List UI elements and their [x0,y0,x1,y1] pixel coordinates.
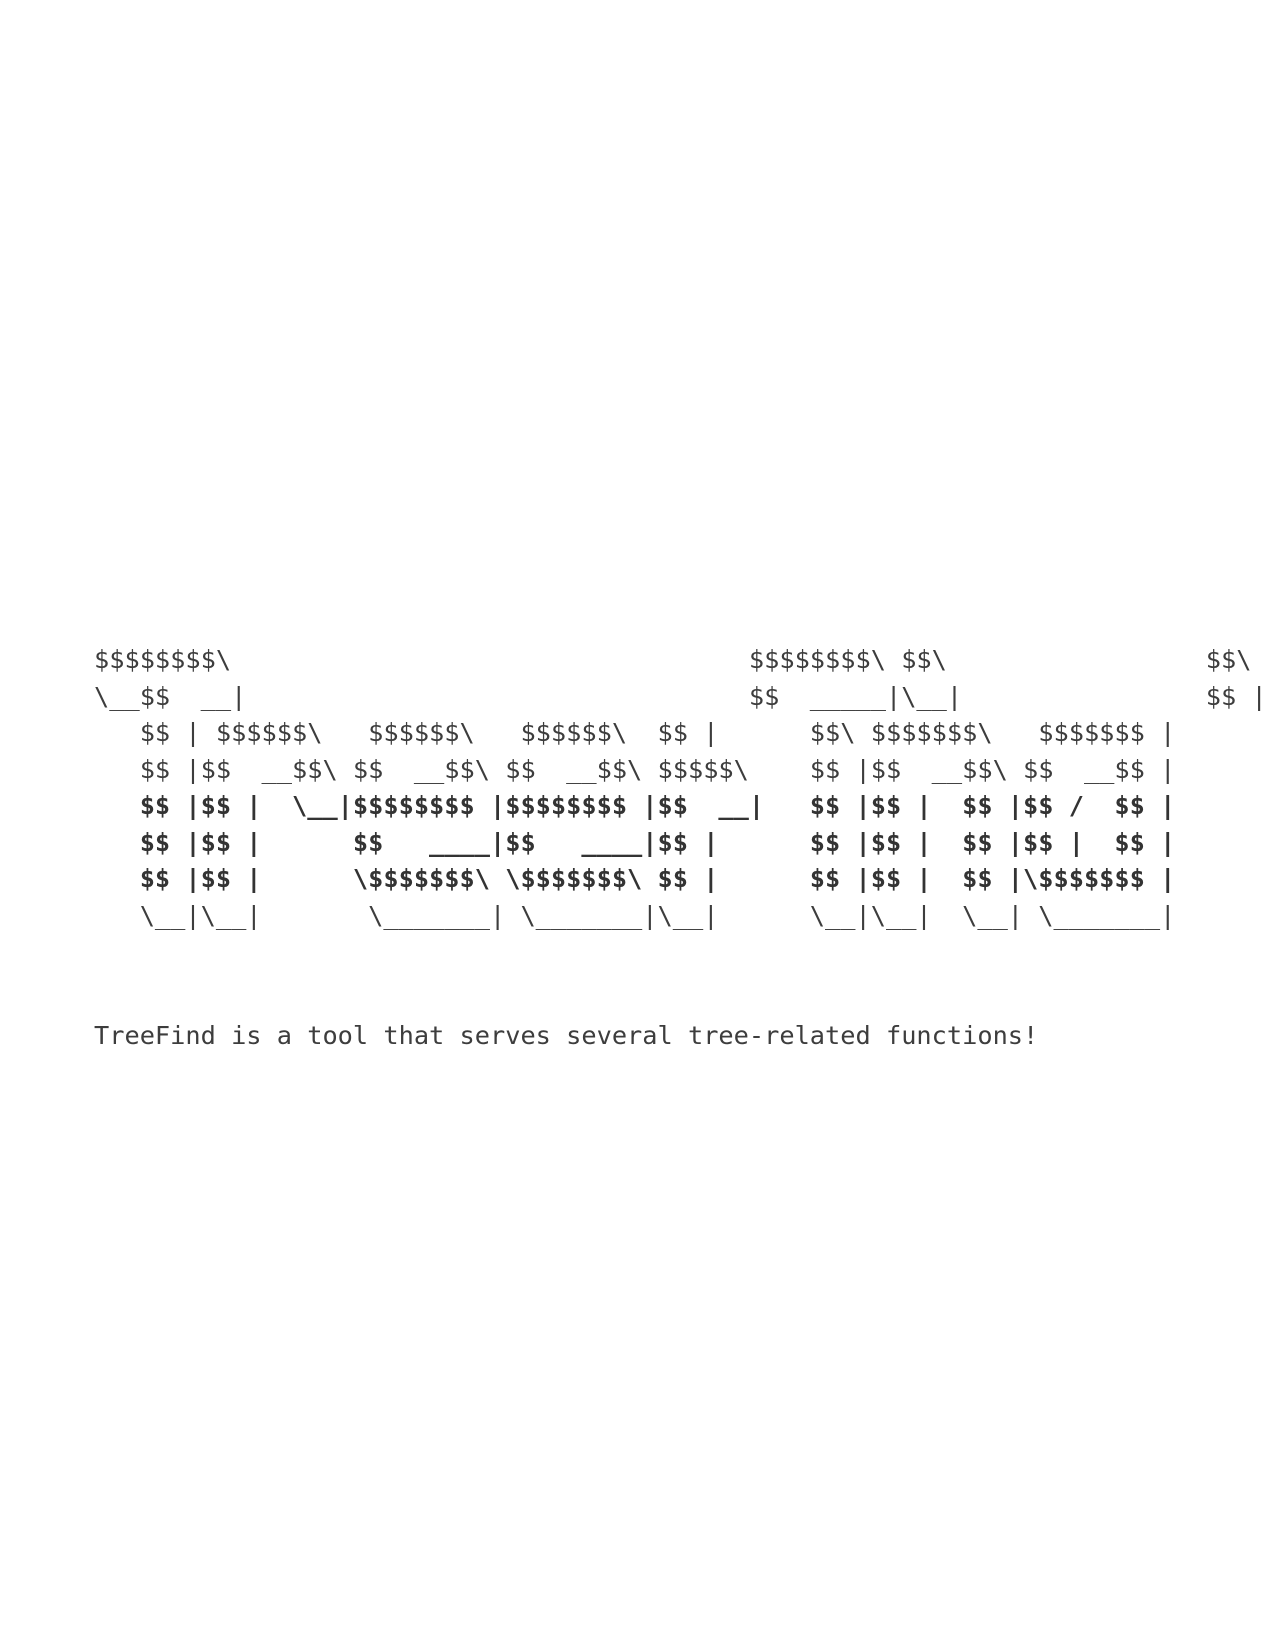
ascii-art-line: $$ |$$ | \$$$$$$$\ \$$$$$$$\ $$ | $$ |$$… [94,864,1176,893]
ascii-art-line: $$$$$$$$\ $$$$$$$$\ $$\ $$\ [94,645,1252,674]
ascii-art-line: $$ | $$$$$$\ $$$$$$\ $$$$$$\ $$ | $$\ $$… [94,718,1176,747]
ascii-art-title: $$$$$$$$\ $$$$$$$$\ $$\ $$\ \__$$ __| $$ … [94,642,1267,934]
document-page: $$$$$$$$\ $$$$$$$$\ $$\ $$\ \__$$ __| $$ … [0,0,1275,1650]
ascii-art-line: $$ |$$ __$$\ $$ __$$\ $$ __$$\ $$$$$\ $$… [94,754,1176,784]
ascii-art-line: \__|\__| \_______| \_______|\__| \__|\__… [94,900,1176,930]
ascii-art-line: \__$$ __| $$ _____|\__| $$ | [94,681,1267,711]
ascii-art-line: $$ |$$ | \__|$$$$$$$$ |$$$$$$$$ |$$ __| … [94,791,1176,820]
description-text: TreeFind is a tool that serves several t… [94,1021,1039,1050]
ascii-art-line: $$ |$$ | $$ ____|$$ ____|$$ | $$ |$$ | $… [94,827,1176,857]
